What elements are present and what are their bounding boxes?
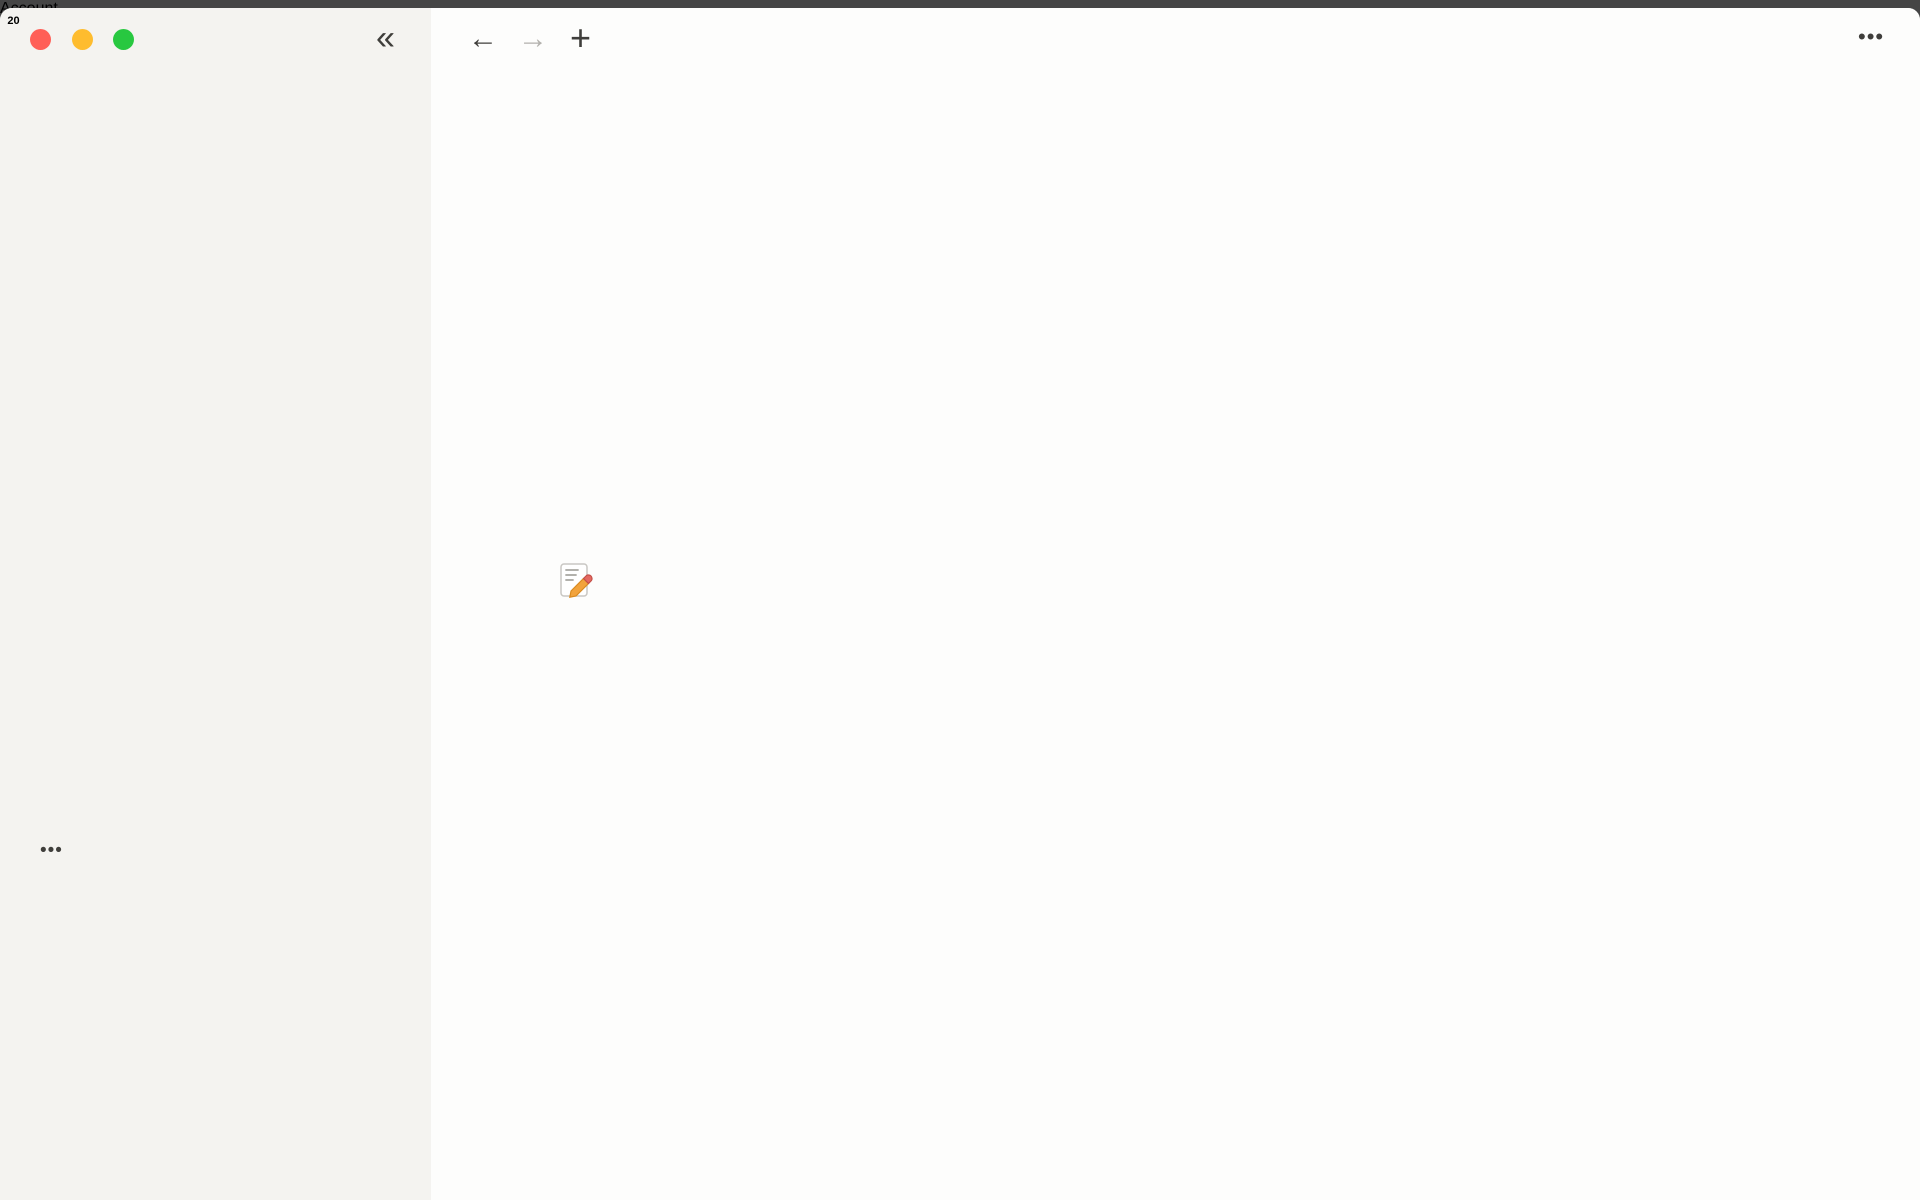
sidebar-more-icon[interactable]: ••• xyxy=(40,841,63,860)
back-icon[interactable]: ← xyxy=(468,24,498,54)
sidebar-collapse-icon[interactable]: « xyxy=(376,21,395,55)
forward-icon[interactable]: → xyxy=(518,24,548,54)
app-window: « ← → + ••• ACME Shared ••• 20 xyxy=(0,8,1920,1200)
background-sidebar xyxy=(0,8,431,1200)
close-window-button[interactable] xyxy=(30,29,51,50)
minimize-window-button[interactable] xyxy=(72,29,93,50)
window-more-icon[interactable]: ••• xyxy=(1858,26,1884,48)
page-memo-icon xyxy=(555,560,595,605)
calendar-day: 20 xyxy=(0,15,27,27)
new-tab-icon[interactable]: + xyxy=(570,20,591,56)
zoom-window-button[interactable] xyxy=(113,29,134,50)
background-canvas xyxy=(431,8,1920,1200)
